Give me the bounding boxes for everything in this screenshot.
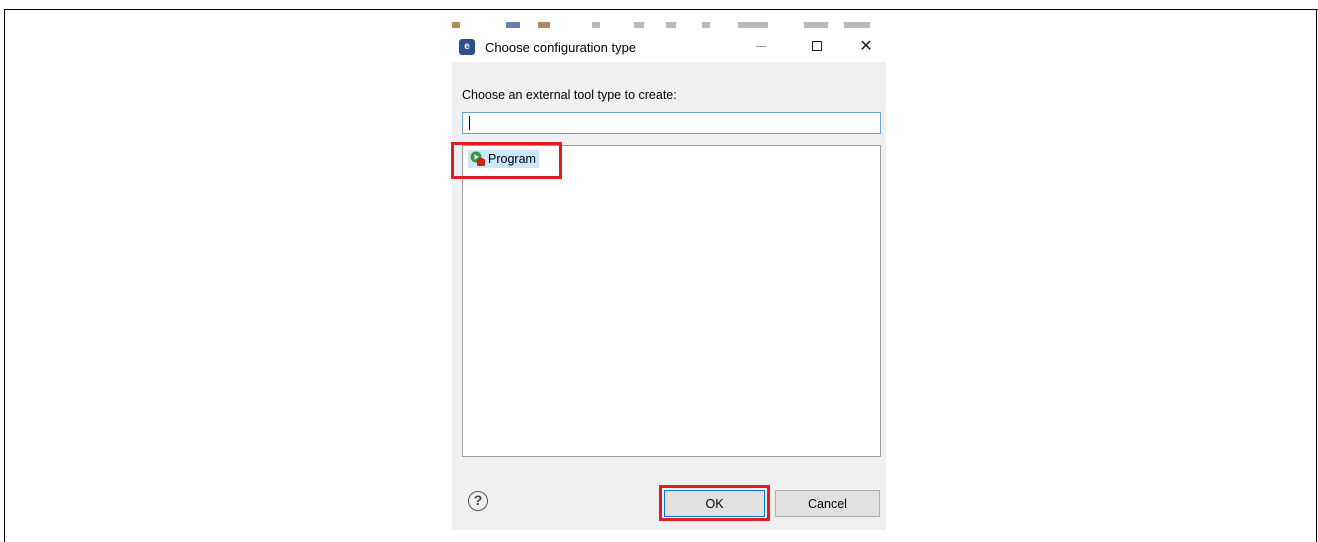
program-highlight-box	[451, 142, 562, 179]
prompt-label: Choose an external tool type to create:	[462, 88, 677, 102]
close-button[interactable]: ✕	[846, 30, 886, 62]
choose-configuration-dialog: e Choose configuration type ✕ Choose an …	[452, 30, 886, 530]
minimize-button[interactable]	[738, 30, 784, 62]
minimize-icon	[756, 45, 766, 47]
help-icon[interactable]: ?	[468, 491, 488, 511]
title-bar: e Choose configuration type ✕	[452, 30, 886, 62]
text-caret	[469, 116, 470, 130]
configuration-type-list[interactable]: Program	[462, 145, 881, 457]
dialog-title: Choose configuration type	[485, 40, 637, 55]
maximize-button[interactable]	[794, 30, 840, 62]
document-frame-left	[4, 9, 5, 542]
maximize-icon	[812, 41, 822, 51]
document-frame-right	[1316, 9, 1317, 542]
cancel-button[interactable]: Cancel	[775, 490, 880, 517]
document-frame-top	[4, 9, 1318, 10]
background-toolbar-strip	[452, 16, 886, 30]
ok-highlight-box	[659, 485, 770, 521]
filter-input[interactable]	[462, 112, 881, 134]
eclipse-app-icon: e	[459, 39, 475, 55]
close-icon: ✕	[859, 38, 873, 55]
